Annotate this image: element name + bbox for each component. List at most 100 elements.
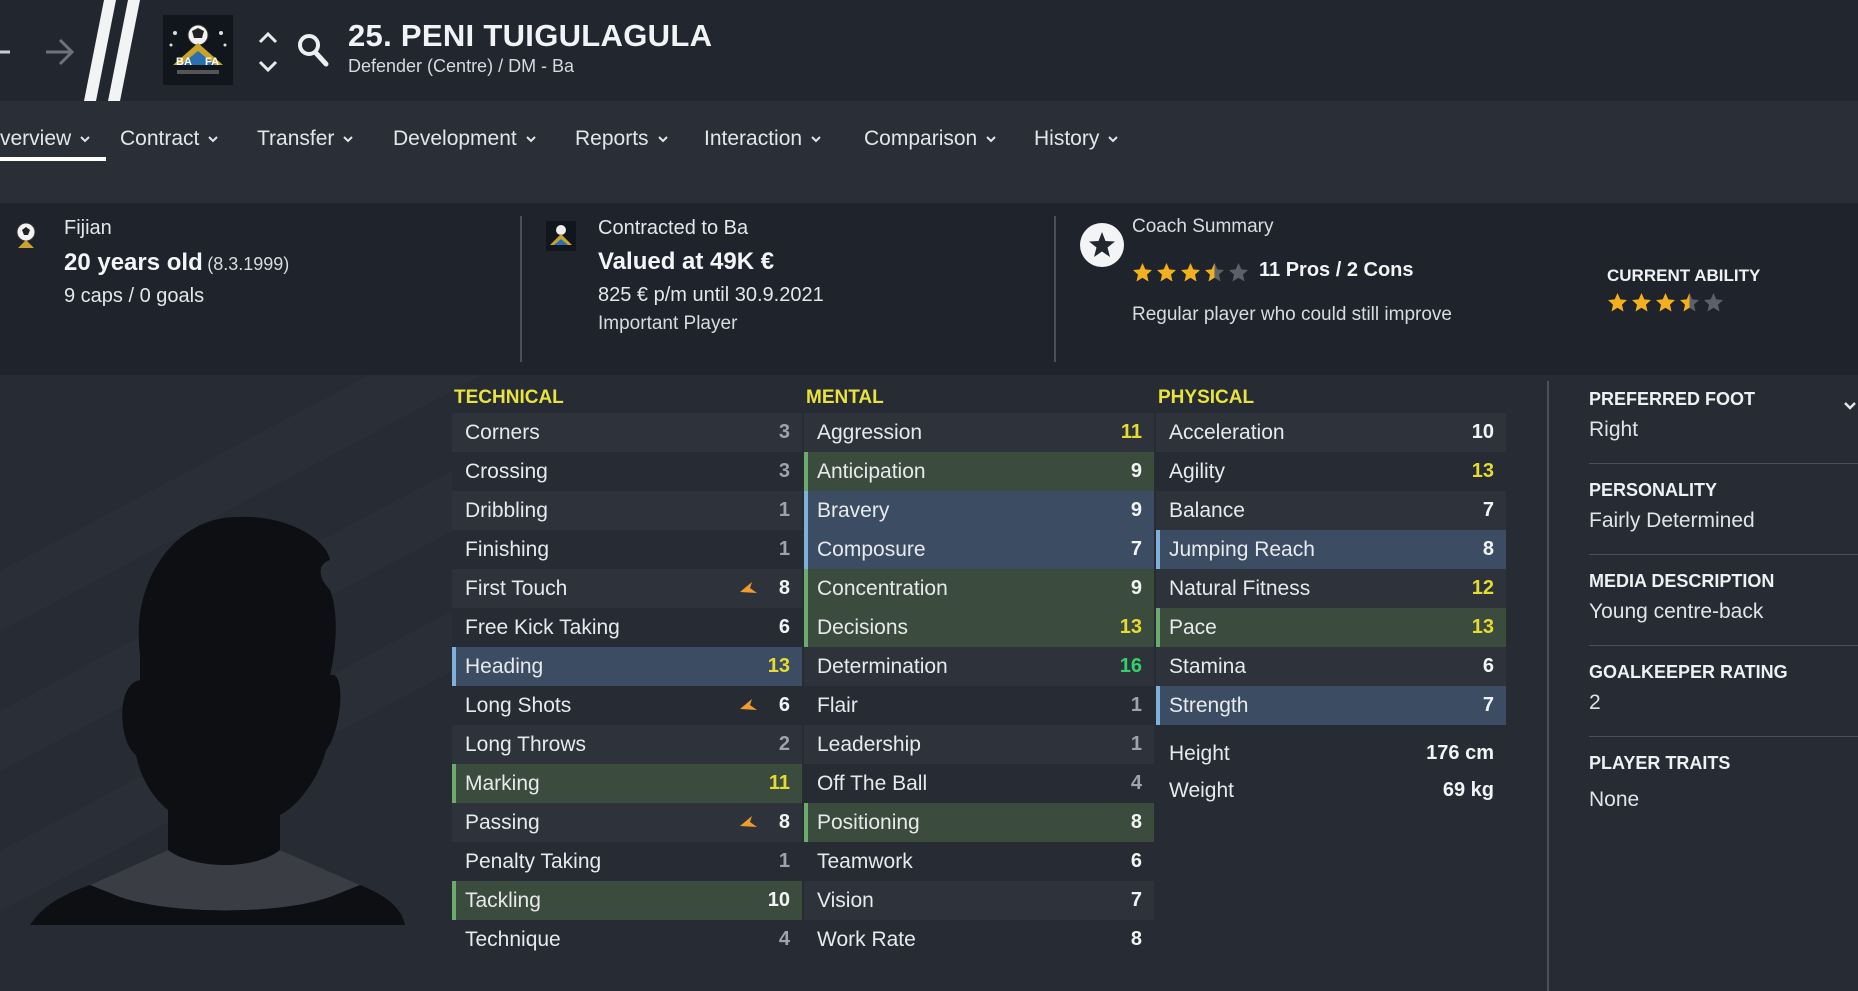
attribute-row[interactable]: Penalty Taking 1 [452, 842, 802, 881]
attribute-row[interactable]: Strength 7 [1156, 686, 1506, 725]
coach-summary-title: Coach Summary [1132, 216, 1274, 237]
attribute-row[interactable]: Long Shots 6 [452, 686, 802, 725]
tab-label: Transfer [257, 127, 335, 150]
player-traits-value: None [1589, 788, 1640, 811]
attribute-value: 9 [1130, 460, 1142, 482]
attribute-value: 10 [767, 889, 790, 911]
chevron-down-icon [343, 136, 354, 143]
attribute-value: 9 [1130, 499, 1142, 521]
contract-club: Contracted to Ba [598, 217, 749, 239]
attribute-value: 13 [767, 655, 790, 677]
attribute-name: Pace [1169, 615, 1217, 639]
training-arrow-icon [740, 582, 757, 593]
attribute-name: Penalty Taking [465, 849, 602, 873]
attribute-row[interactable]: Determination 16 [804, 647, 1154, 686]
attribute-row[interactable]: Positioning 8 [804, 803, 1154, 842]
attribute-row[interactable]: Teamwork 6 [804, 842, 1154, 881]
star-icon [1133, 263, 1152, 282]
attribute-row[interactable]: Composure 7 [804, 530, 1154, 569]
attribute-row[interactable]: Marking 11 [452, 764, 802, 803]
attribute-row[interactable]: Pace 13 [1156, 608, 1506, 647]
club-crest-icon: BA FA [169, 24, 227, 74]
attribute-row[interactable]: Jumping Reach 8 [1156, 530, 1506, 569]
attribute-value: 1 [778, 850, 790, 872]
tab-contract[interactable]: Contract [120, 119, 219, 159]
attribute-row[interactable]: Tackling 10 [452, 881, 802, 920]
attribute-value: 6 [778, 616, 790, 638]
coach-star-icon [1080, 223, 1124, 267]
attribute-name: Dribbling [465, 498, 548, 522]
attribute-row[interactable]: Bravery 9 [804, 491, 1154, 530]
attribute-name: Natural Fitness [1169, 576, 1311, 600]
mental-attributes: MENTAL Aggression 11 Anticipation 9 Bravery 9… [804, 383, 1154, 959]
attribute-name: Anticipation [817, 459, 926, 483]
training-arrow-icon [740, 699, 757, 710]
attribute-row[interactable]: Concentration 9 [804, 569, 1154, 608]
attribute-value: 11 [1120, 421, 1142, 443]
player-up-down-icon[interactable] [256, 28, 280, 76]
player-value: Valued at 49K € [598, 248, 775, 275]
tab-comparison[interactable]: Comparison [864, 119, 997, 159]
attribute-row[interactable]: Off The Ball 4 [804, 764, 1154, 803]
arrow-right-icon[interactable] [42, 34, 78, 70]
tab-interaction[interactable]: Interaction [704, 119, 822, 159]
attribute-name: Leadership [817, 732, 921, 756]
age-line: 20 years old (8.3.1999) [64, 249, 289, 277]
attribute-row[interactable]: Leadership 1 [804, 725, 1154, 764]
attribute-name: Strength [1169, 693, 1249, 717]
attribute-row[interactable]: Stamina 6 [1156, 647, 1506, 686]
attribute-row[interactable]: Vision 7 [804, 881, 1154, 920]
attribute-row[interactable]: Anticipation 9 [804, 452, 1154, 491]
attribute-row[interactable]: Aggression 11 [804, 413, 1154, 452]
height-label: Height [1169, 741, 1230, 765]
sidebar-divider [1547, 381, 1549, 991]
attribute-row[interactable]: Agility 13 [1156, 452, 1506, 491]
attribute-row[interactable]: Acceleration 10 [1156, 413, 1506, 452]
attribute-row[interactable]: Passing 8 [452, 803, 802, 842]
attribute-row[interactable]: Crossing 3 [452, 452, 802, 491]
pros-cons[interactable]: 11 Pros / 2 Cons [1259, 259, 1414, 282]
player-silhouette-icon [30, 516, 405, 925]
attribute-value: 8 [1130, 811, 1142, 833]
search-icon[interactable] [296, 32, 330, 68]
attribute-name: Vision [817, 888, 874, 912]
attribute-row[interactable]: Corners 3 [452, 413, 802, 452]
attribute-row[interactable]: Natural Fitness 12 [1156, 569, 1506, 608]
attribute-row[interactable]: Long Throws 2 [452, 725, 802, 764]
attribute-row[interactable]: Flair 1 [804, 686, 1154, 725]
tab-history[interactable]: History [1034, 119, 1119, 159]
arrow-left-icon[interactable] [0, 36, 14, 68]
club-badge[interactable]: BA FA [163, 15, 233, 85]
training-arrow-icon [740, 816, 757, 827]
attribute-name: Positioning [817, 810, 920, 834]
attribute-row[interactable]: Free Kick Taking 6 [452, 608, 802, 647]
attribute-value: 7 [1482, 499, 1494, 521]
tab-overview[interactable]: verview [0, 119, 91, 159]
star-icon [1181, 263, 1200, 282]
attribute-value: 4 [778, 928, 790, 950]
coach-rating-stars [1132, 262, 1249, 283]
weight-value: 69 kg [1442, 779, 1494, 801]
attribute-row[interactable]: Decisions 13 [804, 608, 1154, 647]
attribute-row[interactable]: Technique 4 [452, 920, 802, 959]
tab-transfer[interactable]: Transfer [257, 119, 354, 159]
attribute-row[interactable]: Heading 13 [452, 647, 802, 686]
attribute-row[interactable]: Finishing 1 [452, 530, 802, 569]
attribute-row[interactable]: Dribbling 1 [452, 491, 802, 530]
svg-text:BA: BA [176, 56, 192, 68]
attribute-row[interactable]: Work Rate 8 [804, 920, 1154, 959]
tab-label: Development [393, 127, 517, 150]
attribute-value: 1 [1130, 694, 1142, 716]
chevron-down-icon[interactable] [1842, 399, 1858, 413]
tab-development[interactable]: Development [393, 119, 537, 159]
current-ability-stars [1607, 292, 1724, 313]
attribute-value: 1 [778, 499, 790, 521]
tab-reports[interactable]: Reports [575, 119, 669, 159]
player-position-club: Defender (Centre) / DM - Ba [348, 56, 575, 76]
attribute-name: Corners [465, 420, 540, 444]
weight-label: Weight [1169, 778, 1234, 802]
attribute-row[interactable]: First Touch 8 [452, 569, 802, 608]
attribute-name: First Touch [465, 576, 568, 600]
attribute-row[interactable]: Balance 7 [1156, 491, 1506, 530]
attribute-value: 10 [1471, 421, 1494, 443]
